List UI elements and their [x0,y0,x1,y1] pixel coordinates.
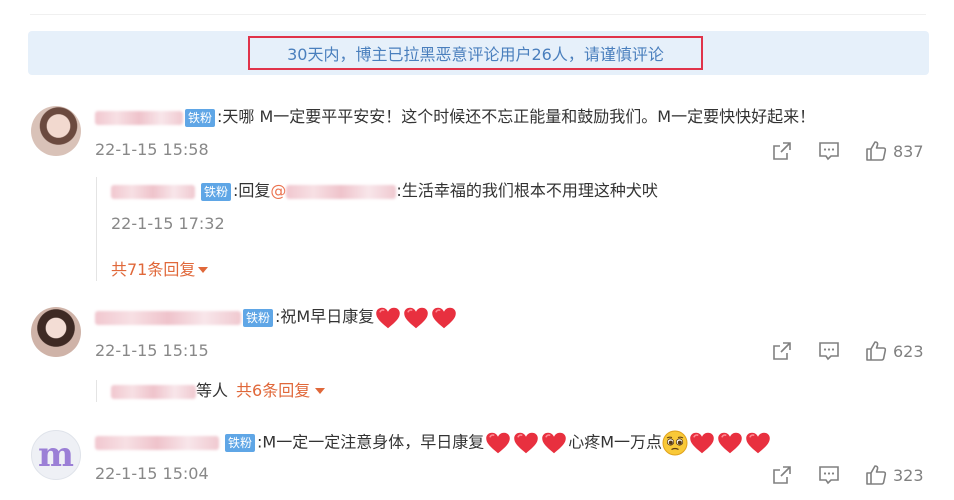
comment-line: 铁粉:M一定一定注意身体，早日康复 心疼M一万点 [95,430,772,456]
triangle-down-icon [315,388,326,394]
username-blurred[interactable] [95,310,241,325]
more-replies-label: 共6条回复 [236,381,311,400]
reply-thread-bar [96,177,97,281]
reply-summary: 等人 共6条回复 [111,380,326,402]
comment-actions: 837 [771,140,924,162]
reply-text: :生活幸福的我们根本不用理这种犬吠 [396,181,658,200]
fan-badge[interactable]: 铁粉 [225,434,256,452]
like-count: 623 [893,341,924,361]
comment-actions: 623 [771,340,924,362]
like-count: 837 [893,141,924,161]
comment-text: :天哪 M一定要平平安安！这个时候还不忘正能量和鼓励我们。M一定要快快好起来！ [217,107,816,126]
reply-time: 22-1-15 17:32 [111,214,225,233]
avatar[interactable]: m [31,430,81,480]
avatar-letter: m [38,435,74,475]
comment-time: 22-1-15 15:58 [95,140,209,159]
username-blurred[interactable] [95,436,219,450]
comment-time: 22-1-15 15:04 [95,464,209,483]
username-blurred[interactable] [111,184,195,199]
red-heart-icon [374,307,402,329]
fan-badge[interactable]: 铁粉 [243,308,274,327]
comment-icon[interactable] [818,340,840,362]
red-heart-icon [484,432,512,454]
pleading-face-icon [662,430,688,456]
like-icon[interactable] [865,140,887,162]
notice-text: 30天内，博主已拉黑恶意评论用户26人，请谨慎评论 [287,45,664,64]
comment-time: 22-1-15 15:15 [95,341,209,360]
like-icon[interactable] [865,464,887,486]
like-count: 323 [893,465,924,485]
comment-text: :祝M早日康复 [275,307,375,326]
share-icon[interactable] [771,464,793,486]
mention-link[interactable]: @ [270,181,286,200]
comment-text: :M一定一定注意身体，早日康复 [257,432,485,452]
red-heart-icon [540,432,568,454]
reply-summary-suffix: 等人 [196,381,229,400]
fan-badge[interactable]: 铁粉 [185,108,216,127]
avatar[interactable] [31,106,81,156]
more-replies-link[interactable]: 共6条回复 [236,381,326,400]
reply-prefix: :回复 [233,181,271,200]
comment-line: 铁粉:天哪 M一定要平平安安！这个时候还不忘正能量和鼓励我们。M一定要快快好起来… [95,106,815,128]
share-icon[interactable] [771,340,793,362]
notice-highlight: 30天内，博主已拉黑恶意评论用户26人，请谨慎评论 [248,36,703,70]
username-blurred[interactable] [95,110,183,125]
fan-badge[interactable]: 铁粉 [201,182,232,201]
red-heart-icon [716,432,744,454]
comment-text-2: 心疼M一万点 [568,432,663,452]
comment-actions: 323 [771,464,924,486]
more-replies-label: 共71条回复 [111,260,196,279]
comment-icon[interactable] [818,464,840,486]
mention-name-blurred[interactable] [286,184,397,199]
reply-line: 铁粉:回复@ :生活幸福的我们根本不用理这种犬吠 [111,180,658,202]
like-icon[interactable] [865,340,887,362]
comment-icon[interactable] [818,140,840,162]
red-heart-icon [430,307,458,329]
red-heart-icon [744,432,772,454]
triangle-down-icon [198,267,209,273]
red-heart-icon [688,432,716,454]
comment-line: 铁粉:祝M早日康复 [95,306,458,329]
more-replies-link[interactable]: 共71条回复 [111,256,209,280]
usernames-blurred[interactable] [111,384,196,399]
avatar[interactable] [31,307,81,357]
share-icon[interactable] [771,140,793,162]
red-heart-icon [402,307,430,329]
divider [30,14,926,15]
reply-thread-bar [96,380,97,402]
red-heart-icon [512,432,540,454]
